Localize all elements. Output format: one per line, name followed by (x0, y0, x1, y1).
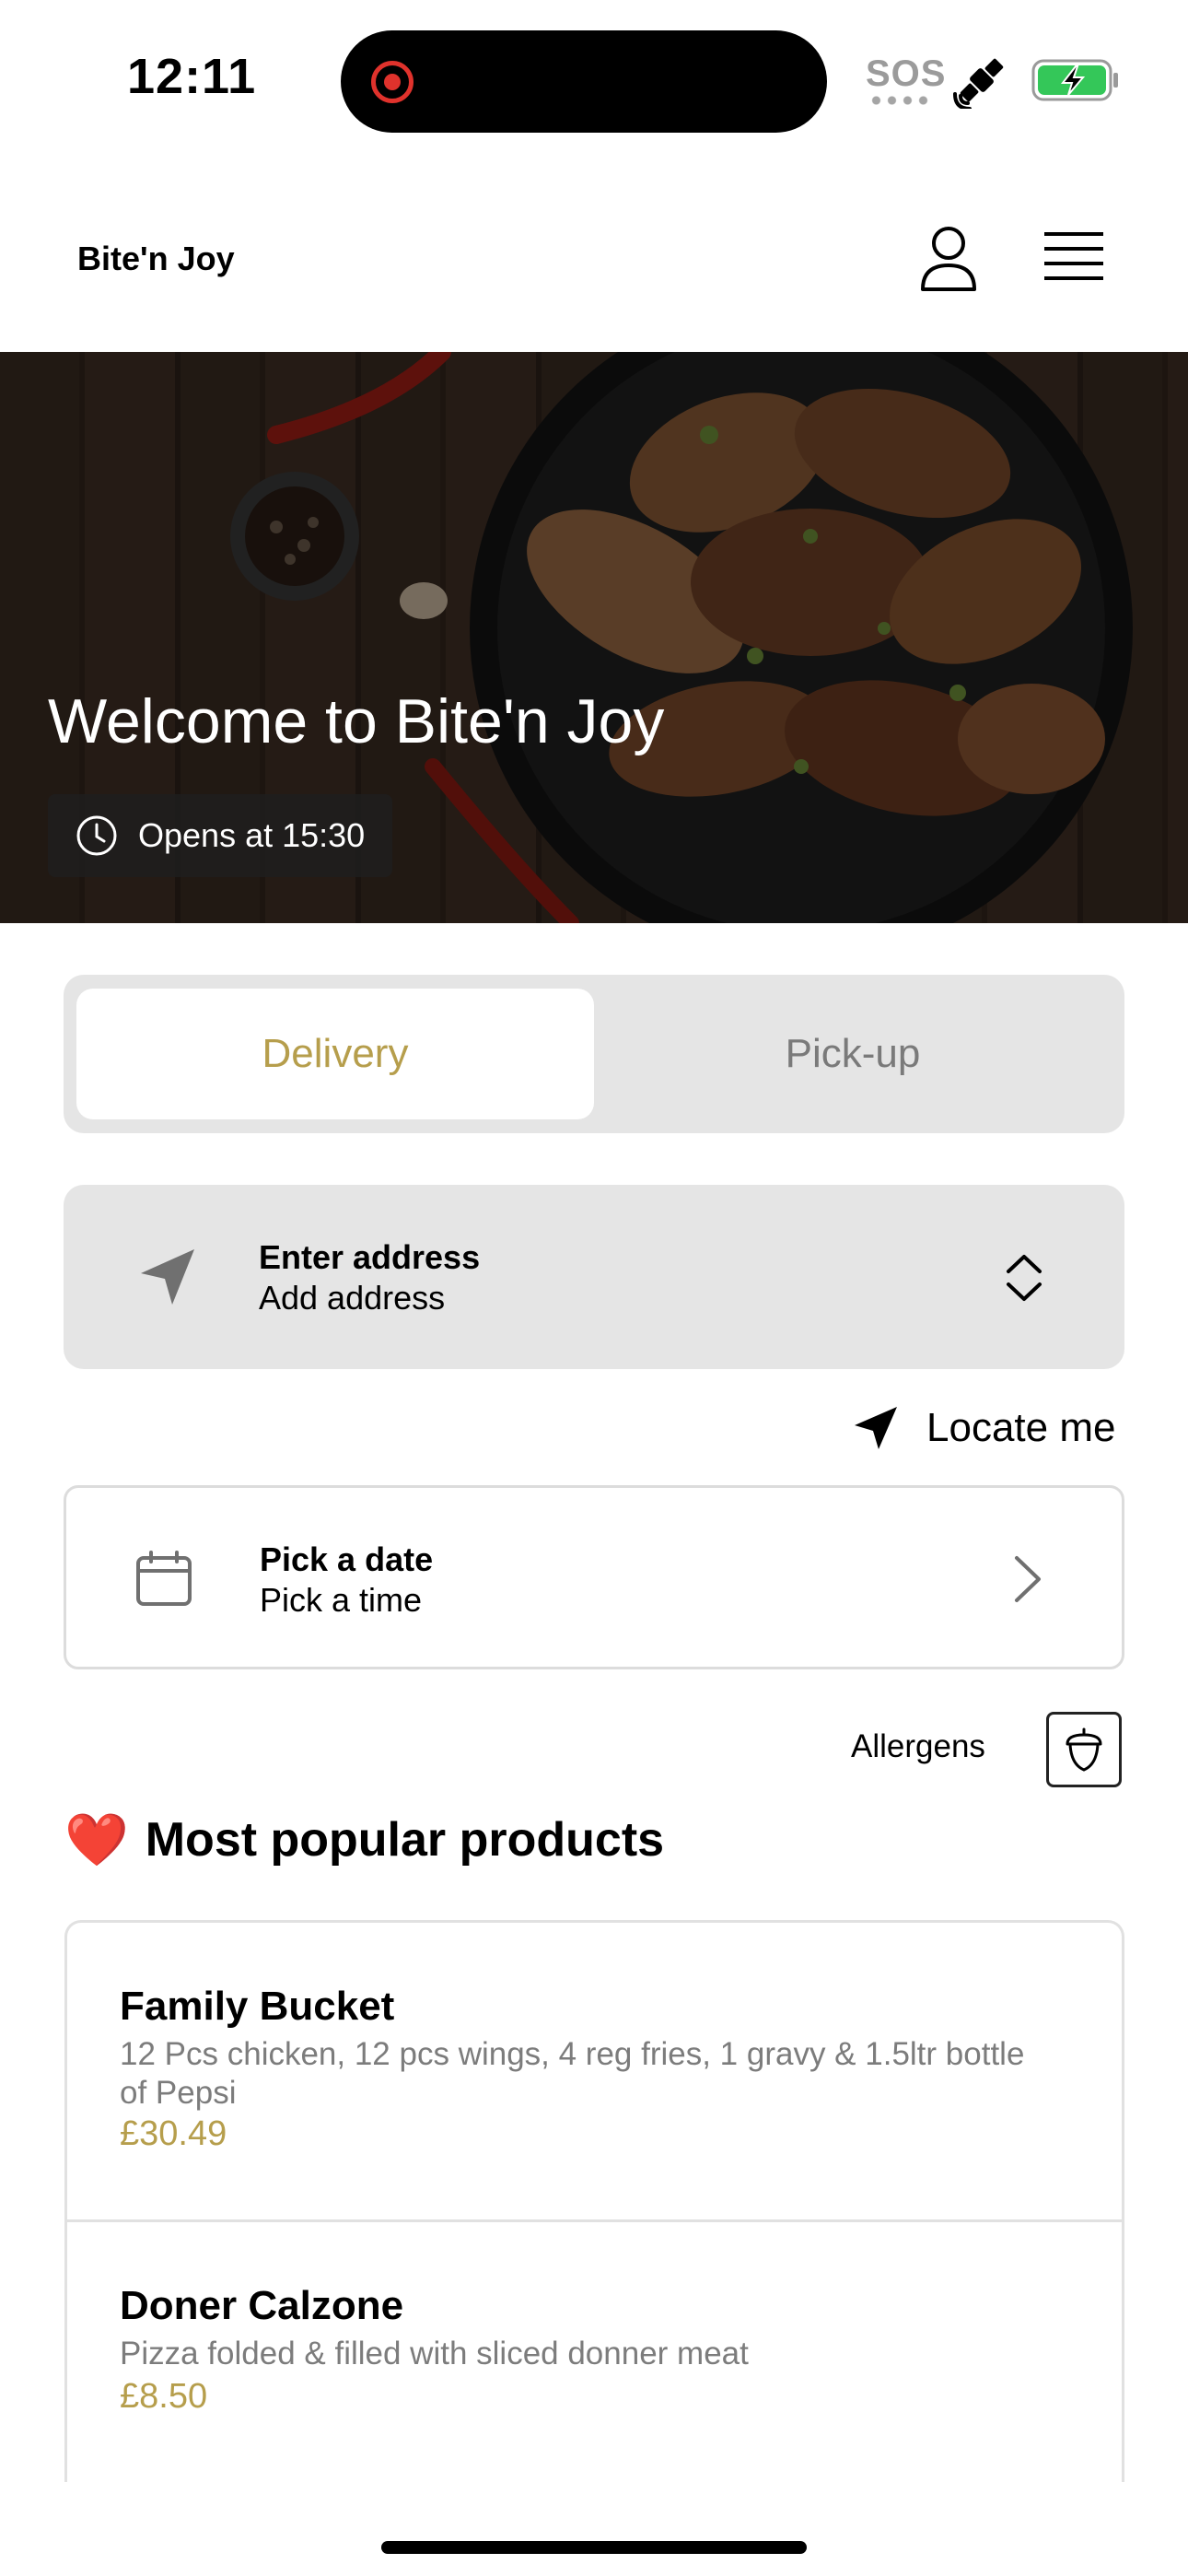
product-list: Family Bucket 12 Pcs chicken, 12 pcs win… (64, 1920, 1124, 2482)
hero-title: Welcome to Bite'n Joy (48, 686, 665, 756)
calendar-icon (136, 1551, 192, 1606)
product-price: £8.50 (120, 2377, 208, 2416)
satellite-icon (953, 58, 1004, 109)
app-header: Bite'n Joy (0, 147, 1188, 352)
brand-name[interactable]: Bite'n Joy (77, 240, 235, 278)
screen-recording-icon (371, 61, 413, 103)
heart-icon: ❤️ (64, 1810, 129, 1868)
clock-icon (76, 815, 117, 856)
schedule-title: Pick a date (260, 1540, 434, 1578)
section-title-text: Most popular products (145, 1813, 665, 1867)
tab-delivery[interactable]: Delivery (76, 989, 594, 1119)
sos-indicator: SOS (866, 53, 947, 94)
locate-me-label: Locate me (926, 1405, 1116, 1450)
address-subtitle: Add address (259, 1279, 446, 1317)
chevron-right-icon (1015, 1556, 1041, 1602)
location-arrow-icon (141, 1249, 194, 1305)
chevron-up-down-icon (1007, 1255, 1042, 1301)
dynamic-island (341, 30, 827, 133)
product-card[interactable]: Doner Calzone Pizza folded & filled with… (67, 2222, 1122, 2482)
hero-banner: Welcome to Bite'n Joy Opens at 15:30 (0, 352, 1188, 923)
signal-dots (868, 96, 933, 105)
home-indicator[interactable] (381, 2541, 807, 2554)
product-name: Doner Calzone (120, 2283, 404, 2328)
app-screen: 12:11 SOS Bite'n Joy Welcome to Bite'n J… (0, 0, 1188, 2576)
opening-hours-badge: Opens at 15:30 (48, 794, 393, 877)
menu-icon[interactable] (1044, 230, 1103, 286)
locate-me-button[interactable]: Locate me (853, 1399, 1115, 1458)
section-title-popular: ❤️ Most popular products (64, 1809, 664, 1870)
battery-charging-icon (1031, 59, 1118, 101)
product-description: Pizza folded & filled with sliced donner… (120, 2336, 749, 2371)
opening-hours-text: Opens at 15:30 (138, 816, 366, 854)
status-time: 12:11 (127, 49, 257, 104)
schedule-selector[interactable]: Pick a date Pick a time (64, 1485, 1124, 1669)
address-selector[interactable]: Enter address Add address (64, 1185, 1124, 1369)
product-name: Family Bucket (120, 1984, 395, 2029)
product-description: 12 Pcs chicken, 12 pcs wings, 4 reg frie… (120, 2036, 1025, 2111)
location-arrow-icon (855, 1407, 897, 1449)
order-mode-switch: Delivery Pick-up (64, 975, 1124, 1133)
address-title: Enter address (259, 1238, 481, 1276)
product-card[interactable]: Family Bucket 12 Pcs chicken, 12 pcs win… (67, 1923, 1122, 2222)
allergens-label: Allergens (851, 1728, 985, 1764)
tab-pickup[interactable]: Pick-up (594, 989, 1112, 1119)
user-icon[interactable] (917, 225, 980, 293)
product-price: £30.49 (120, 2114, 227, 2153)
schedule-subtitle: Pick a time (260, 1581, 423, 1619)
acorn-icon (1066, 1727, 1102, 1772)
allergens-button[interactable] (1046, 1712, 1122, 1787)
status-bar: 12:11 SOS (0, 0, 1188, 147)
